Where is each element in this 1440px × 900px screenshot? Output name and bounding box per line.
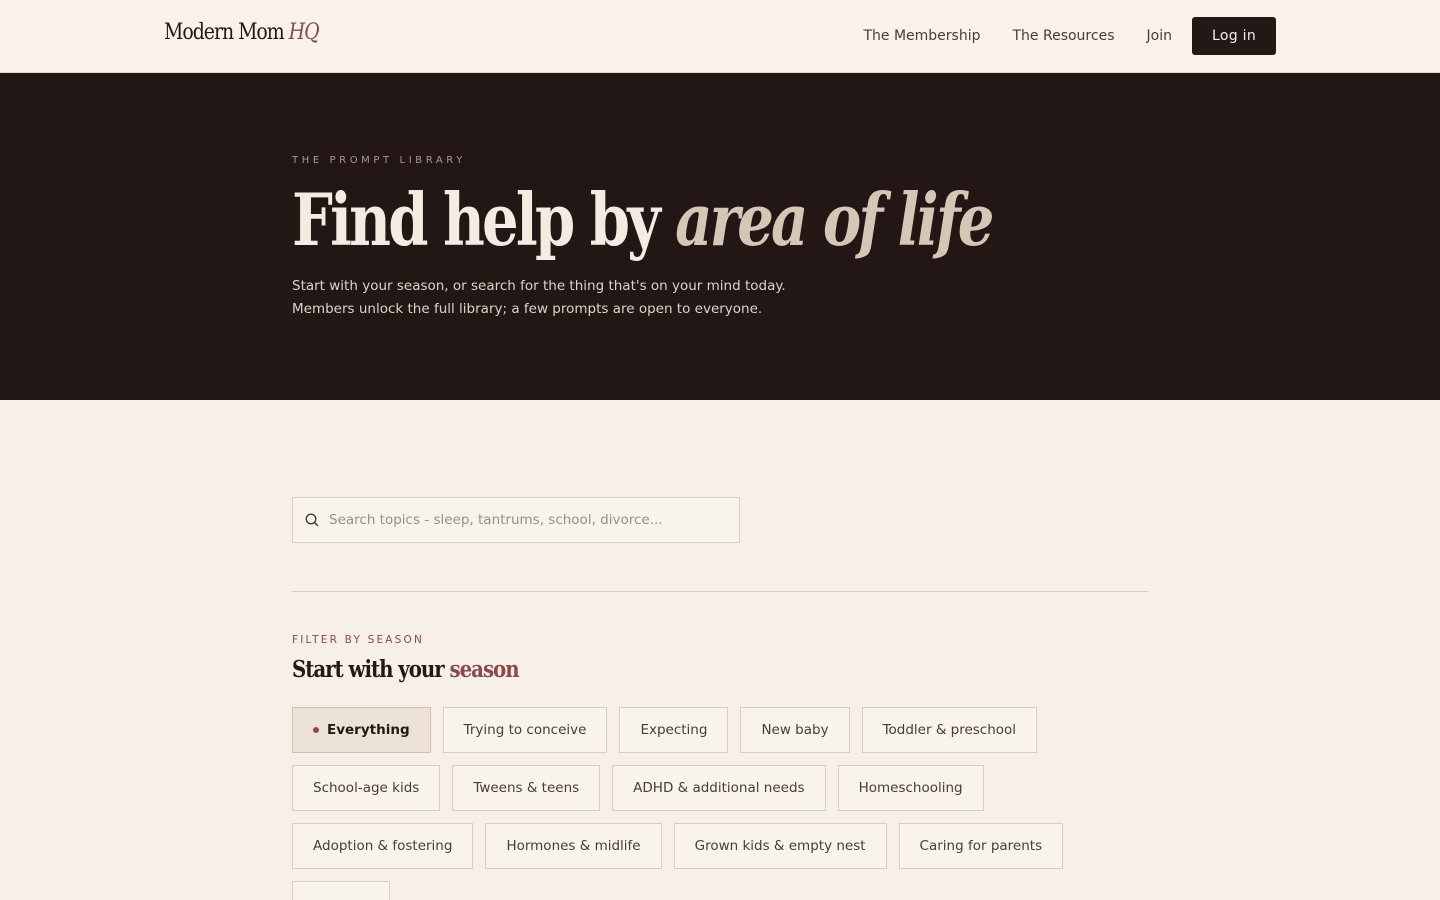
section-divider: [292, 591, 1148, 592]
logo-accent: HQ: [288, 20, 320, 45]
hero-eyebrow: THE PROMPT LIBRARY: [292, 155, 466, 166]
hero-subtitle-line-2: Members unlock the full library; a few p…: [292, 301, 763, 317]
filter-title-accent: season: [449, 656, 520, 683]
hero-title-plain: Find help by: [292, 177, 661, 262]
chip-partial[interactable]: [292, 881, 390, 900]
chip-label: Expecting: [640, 722, 708, 738]
chip-tweens-teens[interactable]: Tweens & teens: [452, 765, 601, 811]
filter-eyebrow: FILTER BY SEASON: [292, 634, 425, 646]
search-icon: [305, 513, 319, 527]
chip-everything[interactable]: Everything: [292, 707, 431, 753]
filter-title-plain: Start with your: [292, 656, 445, 683]
hero-title: Find help by area of life: [292, 177, 994, 262]
chip-label: Hormones & midlife: [506, 838, 641, 854]
chip-caring-for-parents[interactable]: Caring for parents: [898, 823, 1064, 869]
chip-trying-to-conceive[interactable]: Trying to conceive: [442, 707, 608, 753]
chip-new-baby[interactable]: New baby: [740, 707, 850, 753]
chip-label: Grown kids & empty nest: [694, 838, 866, 854]
chip-toddler-preschool[interactable]: Toddler & preschool: [861, 707, 1038, 753]
hero-title-italic: area of life: [675, 177, 994, 262]
filter-title: Start with your season: [292, 656, 520, 683]
main-nav: The Membership The Resources Join Log in: [863, 17, 1276, 55]
nav-membership[interactable]: The Membership: [863, 28, 980, 44]
search-input[interactable]: [329, 512, 709, 528]
hero-subtitle: Start with your season, or search for th…: [292, 275, 892, 321]
hero-subtitle-line-1: Start with your season, or search for th…: [292, 278, 786, 294]
search-box[interactable]: [292, 497, 740, 543]
chip-label: Homeschooling: [858, 780, 963, 796]
logo-main: Modern Mom: [164, 20, 285, 45]
chip-label: Tweens & teens: [473, 780, 580, 796]
active-dot-icon: [313, 727, 319, 733]
chip-label: Adoption & fostering: [313, 838, 453, 854]
chip-label: Toddler & preschool: [882, 722, 1017, 738]
chip-expecting[interactable]: Expecting: [619, 707, 729, 753]
login-button[interactable]: Log in: [1191, 17, 1276, 55]
chip-adhd-additional-needs[interactable]: ADHD & additional needs: [612, 765, 826, 811]
chip-label: Trying to conceive: [463, 722, 587, 738]
site-header: Modern Mom HQ The Membership The Resourc…: [0, 0, 1440, 73]
chip-label: New baby: [761, 722, 829, 738]
chip-hormones-midlife[interactable]: Hormones & midlife: [485, 823, 662, 869]
chip-school-age-kids[interactable]: School-age kids: [292, 765, 441, 811]
chip-adoption-fostering[interactable]: Adoption & fostering: [292, 823, 474, 869]
chip-homeschooling[interactable]: Homeschooling: [837, 765, 984, 811]
nav-resources[interactable]: The Resources: [1013, 28, 1115, 44]
season-chips: Everything Trying to conceive Expecting …: [292, 707, 1152, 900]
chip-label: Caring for parents: [919, 838, 1043, 854]
nav-join[interactable]: Join: [1147, 28, 1172, 44]
chip-grown-kids-empty-nest[interactable]: Grown kids & empty nest: [673, 823, 887, 869]
chip-label: ADHD & additional needs: [633, 780, 805, 796]
chip-label: Everything: [327, 722, 410, 738]
site-logo[interactable]: Modern Mom HQ: [164, 20, 320, 45]
hero-section: THE PROMPT LIBRARY Find help by area of …: [0, 73, 1440, 400]
chip-label: School-age kids: [313, 780, 420, 796]
